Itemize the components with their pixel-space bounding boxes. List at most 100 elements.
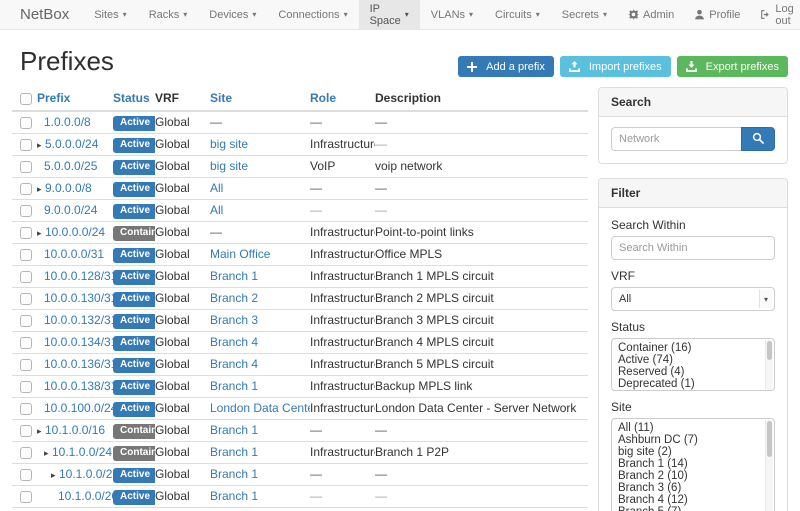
prefix-link[interactable]: 10.1.0.0/24 — [52, 445, 112, 459]
expand-children-icon[interactable]: ▸ — [37, 426, 45, 437]
row-checkbox[interactable] — [20, 205, 32, 217]
expand-children-icon[interactable]: ▸ — [37, 228, 45, 239]
row-checkbox[interactable] — [20, 139, 32, 151]
row-checkbox[interactable] — [20, 183, 32, 195]
expand-children-icon[interactable]: ▸ — [37, 140, 45, 151]
prefix-link[interactable]: 5.0.0.0/25 — [44, 159, 97, 173]
vrf-select[interactable]: All▾ — [611, 287, 775, 311]
site-listbox[interactable]: All (11)Ashburn DC (7)big site (2)Branch… — [611, 418, 775, 511]
row-checkbox[interactable] — [20, 469, 32, 481]
nav-item-connections[interactable]: Connections▾ — [267, 0, 358, 29]
toggle-all-checkbox[interactable] — [20, 93, 32, 105]
nav-item-devices[interactable]: Devices▾ — [198, 0, 267, 29]
site-link[interactable]: Branch 4 — [210, 357, 258, 371]
nav-item-sites[interactable]: Sites▾ — [83, 0, 137, 29]
expand-children-icon[interactable]: ▸ — [44, 448, 52, 459]
row-checkbox[interactable] — [20, 337, 32, 349]
site-link[interactable]: Branch 3 — [210, 313, 258, 327]
site-link[interactable]: Branch 1 — [210, 423, 258, 437]
site-option[interactable]: Branch 3 (6) — [618, 482, 774, 494]
export-prefixes-button[interactable]: Export prefixes — [677, 56, 788, 77]
nav-item-profile[interactable]: Profile — [684, 0, 750, 29]
prefix-link[interactable]: 10.0.0.0/31 — [44, 247, 104, 261]
prefix-link[interactable]: 10.0.0.128/31 — [44, 269, 113, 283]
expand-children-icon[interactable]: ▸ — [37, 184, 45, 195]
app-brand[interactable]: NetBox — [0, 0, 83, 29]
nav-item-vlans[interactable]: VLANs▾ — [420, 0, 484, 29]
nav-item-secrets[interactable]: Secrets▾ — [551, 0, 618, 29]
status-option[interactable]: Active (74) — [618, 354, 774, 366]
row-checkbox[interactable] — [20, 491, 32, 503]
prefix-link[interactable]: 10.1.0.0/16 — [45, 423, 105, 437]
row-checkbox[interactable] — [20, 293, 32, 305]
row-checkbox[interactable] — [20, 403, 32, 415]
site-link[interactable]: Branch 1 — [210, 269, 258, 283]
prefix-link[interactable]: 10.0.0.138/31 — [44, 379, 113, 393]
scrollbar[interactable] — [765, 340, 773, 389]
nav-item-racks[interactable]: Racks▾ — [138, 0, 199, 29]
site-option[interactable]: Ashburn DC (7) — [618, 434, 774, 446]
site-link[interactable]: Branch 2 — [210, 291, 258, 305]
prefix-link[interactable]: 10.0.0.136/31 — [44, 357, 113, 371]
status-option[interactable]: Reserved (4) — [618, 366, 774, 378]
site-link[interactable]: London Data Center — [210, 401, 310, 415]
import-prefixes-button[interactable]: Import prefixes — [560, 56, 671, 77]
row-checkbox[interactable] — [20, 117, 32, 129]
prefix-link[interactable]: 10.0.0.132/31 — [44, 313, 113, 327]
site-link[interactable]: Main Office — [210, 247, 270, 261]
column-header-role[interactable]: Role — [310, 87, 375, 111]
row-checkbox[interactable] — [20, 425, 32, 437]
row-checkbox[interactable] — [20, 381, 32, 393]
status-listbox[interactable]: Container (16)Active (74)Reserved (4)Dep… — [611, 338, 775, 391]
site-option[interactable]: Branch 5 (7) — [618, 506, 774, 511]
site-link[interactable]: All — [210, 203, 223, 217]
site-link[interactable]: Branch 1 — [210, 467, 258, 481]
row-checkbox[interactable] — [20, 271, 32, 283]
site-link[interactable]: Branch 1 — [210, 379, 258, 393]
site-link[interactable]: All — [210, 181, 223, 195]
site-link[interactable]: Branch 1 — [210, 489, 258, 503]
prefix-link[interactable]: 10.0.0.130/31 — [44, 291, 113, 305]
nav-item-ip-space[interactable]: IP Space▾ — [359, 0, 420, 29]
scrollbar-thumb[interactable] — [767, 341, 772, 360]
row-checkbox[interactable] — [20, 315, 32, 327]
prefix-link[interactable]: 1.0.0.0/8 — [44, 115, 91, 129]
nav-item-log-out[interactable]: Log out — [750, 0, 800, 29]
prefix-link[interactable]: 10.0.0.134/31 — [44, 335, 113, 349]
column-header-status[interactable]: Status — [113, 87, 155, 111]
row-checkbox[interactable] — [20, 227, 32, 239]
status-option[interactable]: Deprecated (1) — [618, 378, 774, 390]
column-header-prefix[interactable]: Prefix — [37, 87, 113, 111]
site-link[interactable]: big site — [210, 159, 248, 173]
site-option[interactable]: big site (2) — [618, 446, 774, 458]
row-checkbox[interactable] — [20, 447, 32, 459]
prefix-link[interactable]: 10.1.0.0/25 — [59, 467, 113, 481]
site-link[interactable]: Branch 4 — [210, 335, 258, 349]
site-option[interactable]: Branch 1 (14) — [618, 458, 774, 470]
row-checkbox[interactable] — [20, 161, 32, 173]
expand-children-icon[interactable]: ▸ — [51, 470, 59, 481]
nav-item-admin[interactable]: Admin — [618, 0, 684, 29]
row-checkbox[interactable] — [20, 359, 32, 371]
site-option[interactable]: All (11) — [618, 422, 774, 434]
scrollbar[interactable] — [765, 420, 773, 511]
nav-item-circuits[interactable]: Circuits▾ — [484, 0, 551, 29]
prefix-link[interactable]: 10.1.0.0/26 — [58, 489, 113, 503]
add-a-prefix-button[interactable]: Add a prefix — [458, 56, 554, 77]
row-checkbox[interactable] — [20, 249, 32, 261]
prefix-link[interactable]: 10.0.0.0/24 — [45, 225, 105, 239]
scrollbar-thumb[interactable] — [767, 421, 772, 457]
prefix-link[interactable]: 10.0.100.0/24 — [44, 401, 113, 415]
column-header-site[interactable]: Site — [210, 87, 310, 111]
site-option[interactable]: Branch 2 (10) — [618, 470, 774, 482]
search-input[interactable] — [611, 127, 741, 151]
site-option[interactable]: Branch 4 (12) — [618, 494, 774, 506]
prefix-link[interactable]: 9.0.0.0/24 — [44, 203, 97, 217]
search-button[interactable] — [741, 127, 775, 151]
status-option[interactable]: Container (16) — [618, 342, 774, 354]
site-link[interactable]: Branch 1 — [210, 445, 258, 459]
prefix-link[interactable]: 9.0.0.0/8 — [45, 181, 92, 195]
search-within-input[interactable] — [611, 236, 775, 260]
prefix-link[interactable]: 5.0.0.0/24 — [45, 137, 98, 151]
site-link[interactable]: big site — [210, 137, 248, 151]
